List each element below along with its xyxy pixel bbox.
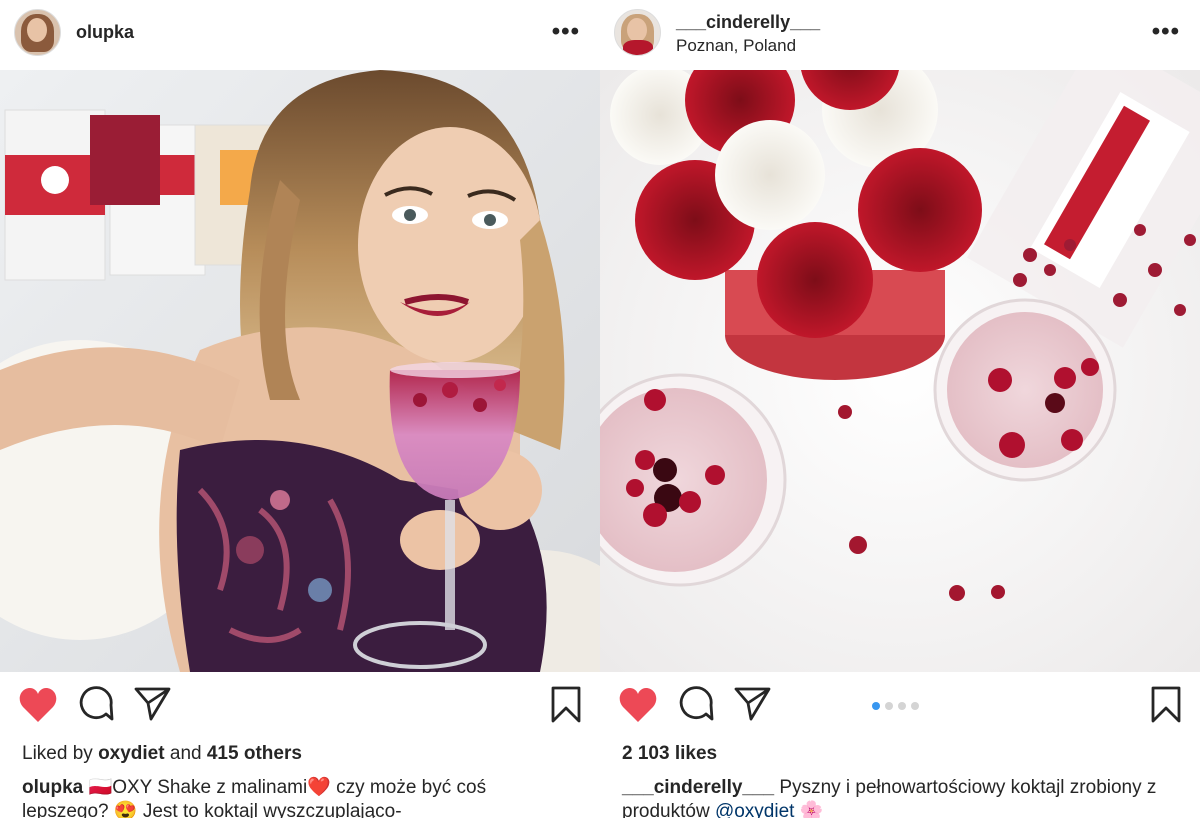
post-caption: olupka 🇵🇱OXY Shake z malinami❤️ czy może… — [22, 776, 572, 818]
post-header: ___cinderelly___ Poznan, Poland ••• — [600, 0, 1200, 70]
more-options-icon[interactable]: ••• — [1152, 18, 1180, 46]
likes-summary[interactable]: 2 103 likes — [622, 743, 717, 765]
mention-link[interactable]: @oxydiet — [715, 801, 795, 818]
caption-text: Jest to koktajl wyszczuplająco- — [137, 801, 402, 818]
avatar[interactable] — [614, 9, 661, 56]
roses-smoothie-photo — [600, 70, 1200, 672]
carousel-dot-active — [872, 702, 880, 710]
carousel-dot — [885, 702, 893, 710]
caption-username[interactable]: olupka — [22, 777, 83, 798]
share-icon[interactable] — [734, 686, 772, 722]
avatar-face — [27, 18, 47, 42]
post-olupka: olupka ••• Liked by oxydiet and 415 othe… — [0, 0, 600, 818]
bookmark-icon[interactable] — [1150, 686, 1182, 724]
post-cinderelly: ___cinderelly___ Poznan, Poland ••• 2 10… — [600, 0, 1200, 818]
bookmark-icon[interactable] — [550, 686, 582, 724]
heart-eyes-emoji: 😍 — [113, 801, 138, 818]
carousel-dot — [911, 702, 919, 710]
post-actions — [0, 680, 600, 736]
heart-icon[interactable] — [618, 686, 658, 724]
post-actions — [600, 680, 1200, 736]
flower-emoji: 🌸 — [794, 801, 824, 818]
avatar[interactable] — [14, 9, 61, 56]
likes-prefix: Liked by — [22, 743, 93, 764]
post-photo[interactable] — [0, 70, 600, 672]
share-icon[interactable] — [134, 686, 172, 722]
avatar-face — [627, 18, 647, 42]
likes-middle: and — [169, 743, 202, 764]
liked-by-user[interactable]: oxydiet — [98, 743, 165, 764]
caption-text: OXY Shake z malinami — [112, 777, 308, 798]
likes-count[interactable]: 2 103 likes — [622, 743, 717, 764]
location[interactable]: Poznan, Poland — [676, 36, 796, 56]
likes-summary: Liked by oxydiet and 415 others — [22, 743, 302, 765]
heart-emoji: ❤️ — [307, 777, 331, 798]
flag-emoji: 🇵🇱 — [88, 777, 113, 798]
likes-others[interactable]: 415 others — [207, 743, 302, 764]
comment-icon[interactable] — [78, 686, 114, 722]
username[interactable]: ___cinderelly___ — [676, 12, 820, 33]
avatar-dress — [623, 40, 653, 55]
post-photo[interactable] — [600, 70, 1200, 672]
carousel-indicator — [872, 702, 919, 710]
heart-icon[interactable] — [18, 686, 58, 724]
post-caption: ___cinderelly___ Pyszny i pełnowartościo… — [622, 776, 1172, 818]
selfie-photo — [0, 70, 600, 672]
carousel-dot — [898, 702, 906, 710]
more-options-icon[interactable]: ••• — [552, 18, 580, 46]
post-header: olupka ••• — [0, 0, 600, 70]
comment-icon[interactable] — [678, 686, 714, 722]
username[interactable]: olupka — [76, 22, 134, 43]
caption-username[interactable]: ___cinderelly___ — [622, 777, 774, 798]
